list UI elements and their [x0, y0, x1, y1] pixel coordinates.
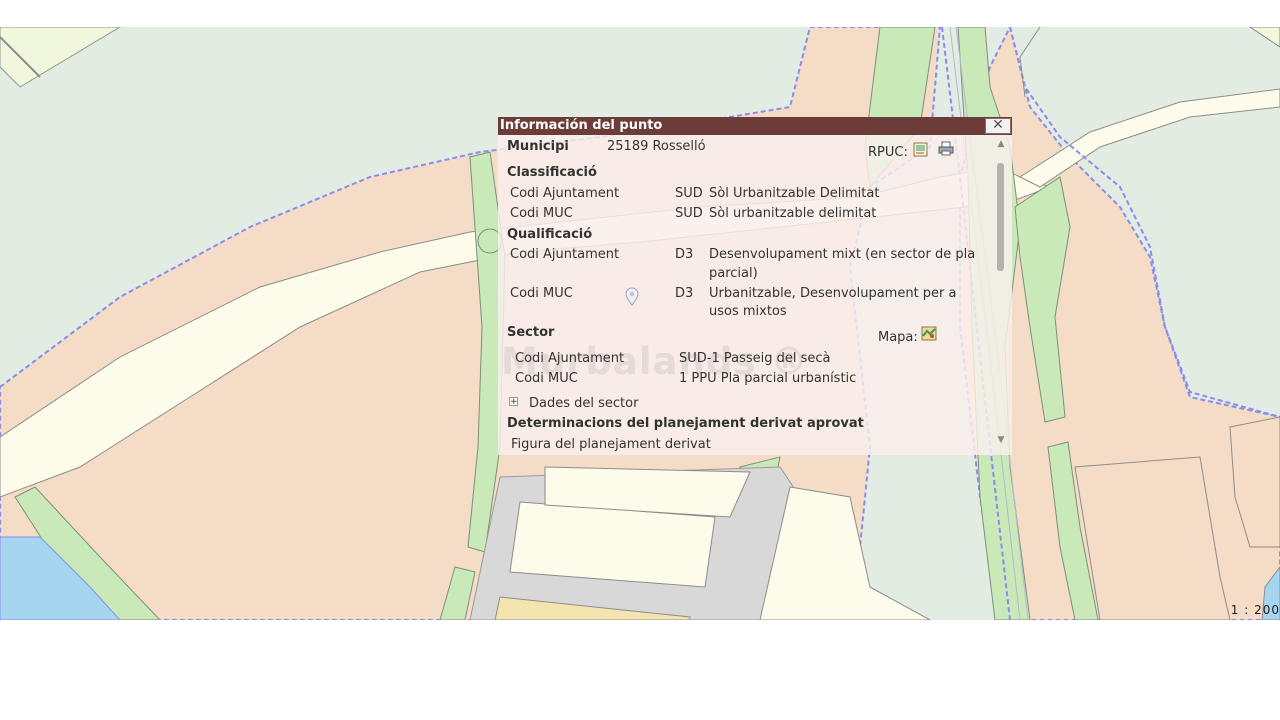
qual-row-2-desc-line1: Urbanitzable, Desenvolupament per a [709, 286, 957, 301]
class-row-1-label: Codi Ajuntament [510, 186, 620, 201]
municipi-label: Municipi [507, 139, 569, 154]
qual-row-1-desc-line1: Desenvolupament mixt (en sector de pla [709, 247, 976, 262]
scroll-down-arrow-icon[interactable]: ▼ [995, 435, 1007, 445]
printer-icon[interactable] [938, 141, 954, 156]
sector-row-2-label: Codi MUC [515, 371, 578, 386]
map-icon[interactable] [921, 326, 937, 341]
dades-sector-link[interactable]: Dades del sector [529, 396, 638, 411]
municipi-value: 25189 Rosselló [607, 139, 706, 154]
map-scale: 1 : 200 [1230, 603, 1280, 617]
close-button[interactable]: ✕ [985, 118, 1011, 134]
class-row-1-desc: Sòl Urbanitzable Delimitat [709, 186, 880, 201]
classificacio-heading: Classificació [507, 165, 597, 180]
qual-row-2-code: D3 [675, 286, 694, 301]
determinacions-row-1: Figura del planejament derivat [511, 437, 711, 452]
qual-row-1-code: D3 [675, 247, 694, 262]
class-row-2-code: SUD [675, 206, 703, 221]
qual-row-1-label: Codi Ajuntament [510, 247, 620, 262]
class-row-2-desc: Sòl urbanitzable delimitat [709, 206, 877, 221]
qualificacio-heading: Qualificació [507, 227, 593, 242]
popup-body[interactable]: Municipi 25189 Rosselló RPUC: Classifica… [498, 135, 1012, 455]
class-row-2-label: Codi MUC [510, 206, 573, 221]
sector-mapa-label: Mapa: [878, 330, 918, 345]
scroll-up-arrow-icon[interactable]: ▲ [995, 139, 1007, 149]
popup-title: Información del punto [498, 117, 1012, 135]
qual-row-2-desc-line2: usos mixtos [709, 304, 787, 319]
popup-scrollbar[interactable]: ▲ ▼ [995, 139, 1007, 451]
location-pin-icon [625, 287, 639, 306]
sector-row-1-value: SUD-1 Passeig del secà [679, 351, 831, 366]
document-map-icon[interactable] [913, 142, 929, 157]
sector-row-1-label: Codi Ajuntament [515, 351, 625, 366]
sector-row-2-value: 1 PPU Pla parcial urbanístic [679, 371, 857, 386]
point-info-popup: Información del punto ✕ Municipi 25189 R… [498, 117, 1012, 455]
plus-expand-icon[interactable]: + [509, 397, 518, 407]
qual-row-1-desc-line2: parcial) [709, 266, 758, 281]
determinacions-heading: Determinacions del planejament derivat a… [507, 416, 864, 431]
scroll-thumb[interactable] [997, 163, 1004, 271]
class-row-1-code: SUD [675, 186, 703, 201]
rpuc-label: RPUC: [868, 145, 908, 160]
sector-heading: Sector [507, 325, 555, 340]
qual-row-2-label: Codi MUC [510, 286, 573, 301]
